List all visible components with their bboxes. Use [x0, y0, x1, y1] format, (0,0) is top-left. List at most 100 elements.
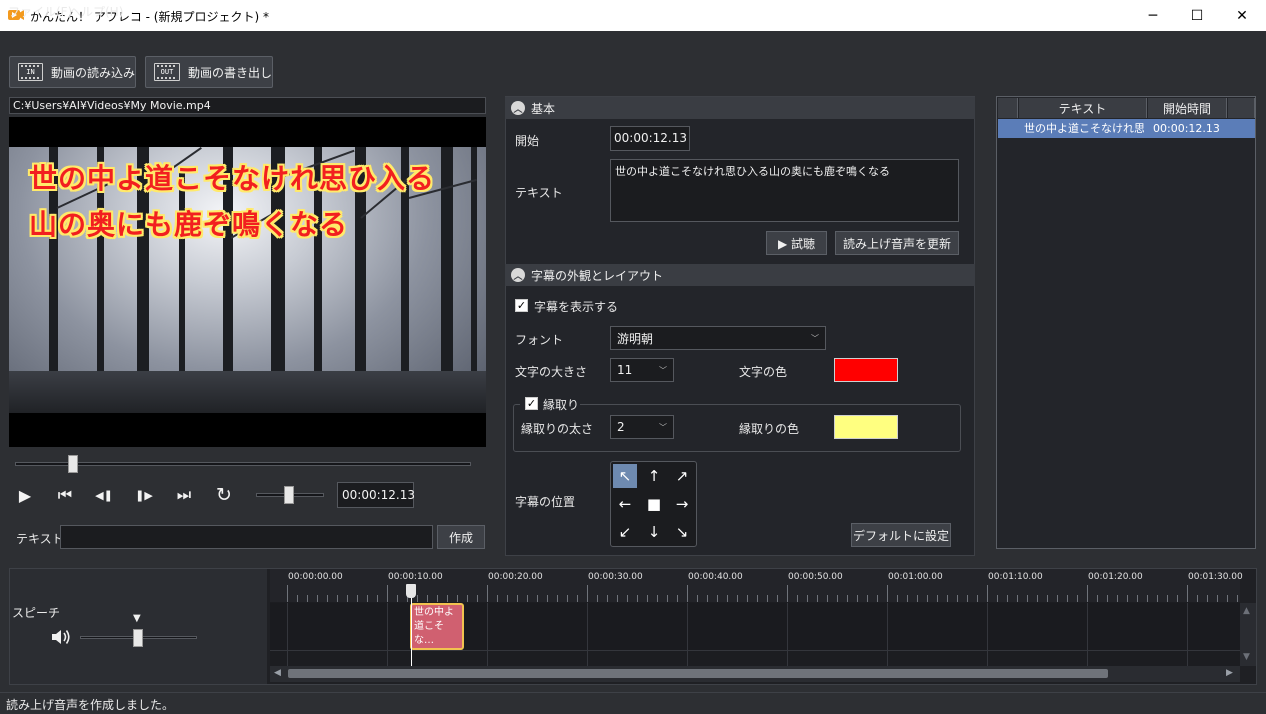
scroll-left-icon[interactable]: ◀ — [274, 668, 281, 678]
track-volume-thumb[interactable] — [133, 629, 143, 647]
seek-bar[interactable] — [15, 462, 471, 466]
export-video-button[interactable]: OUT 動画の書き出し — [145, 56, 273, 88]
timeline-grid-line — [887, 603, 888, 666]
position-center-button[interactable]: ■ — [642, 492, 666, 516]
timeline-minor-tick — [577, 595, 578, 602]
subtitle-text-area[interactable]: 世の中よ道こそなけれ思ひ入る山の奥にも鹿ぞ鳴くなる — [610, 159, 959, 222]
show-subtitles-checkbox[interactable]: ✓ — [515, 299, 528, 312]
timeline-minor-tick — [827, 595, 828, 602]
font-size-label: 文字の大きさ — [515, 365, 588, 379]
menu-file[interactable]: ファイル(F) — [8, 3, 72, 20]
basic-section-header[interactable]: ︿ 基本 — [505, 97, 975, 119]
timeline-minor-tick — [507, 595, 508, 602]
position-top-left-button[interactable]: ↖ — [613, 464, 637, 488]
track-header — [10, 569, 267, 684]
timeline-minor-tick — [757, 595, 758, 602]
current-time-field[interactable]: 00:00:12.13 — [337, 482, 415, 508]
outline-color-swatch[interactable] — [834, 415, 898, 439]
scroll-up-icon[interactable]: ▲ — [1243, 606, 1250, 616]
timeline-minor-tick — [967, 595, 968, 602]
column-header-start[interactable]: 開始時間 — [1148, 98, 1227, 118]
timeline-tick-label: 00:00:40.00 — [688, 572, 743, 582]
maximize-button[interactable]: ☐ — [1174, 0, 1220, 31]
timeline-minor-tick — [297, 595, 298, 602]
chevron-down-icon: ﹀ — [811, 333, 819, 343]
timeline-tick-label: 00:01:30.00 — [1188, 572, 1243, 582]
timeline-minor-tick — [637, 595, 638, 602]
font-size-select[interactable]: 11 ﹀ — [610, 358, 674, 382]
scroll-down-icon[interactable]: ▼ — [1243, 652, 1250, 662]
column-header-text[interactable]: テキスト — [1019, 98, 1147, 118]
timeline-minor-tick — [427, 595, 428, 602]
timeline-minor-tick — [957, 595, 958, 602]
close-button[interactable]: ✕ — [1219, 0, 1265, 31]
go-to-start-button[interactable]: ⏮ — [54, 484, 76, 506]
appearance-section-header[interactable]: ︿ 字幕の外観とレイアウト — [505, 264, 975, 286]
text-label: テキスト — [515, 186, 563, 200]
position-bottom-right-button[interactable]: ↘ — [670, 520, 694, 544]
list-header-spacer — [998, 98, 1018, 118]
timeline-minor-tick — [1117, 595, 1118, 602]
update-voice-button[interactable]: 読み上げ音声を更新 — [835, 231, 959, 255]
horizontal-scroll-thumb[interactable] — [288, 669, 1108, 678]
position-right-button[interactable]: → — [670, 492, 694, 516]
status-message: 読み上げ音声を作成しました。 — [6, 698, 175, 712]
timeline-tick-label: 00:00:10.00 — [388, 572, 443, 582]
timeline-minor-tick — [357, 595, 358, 602]
play-button[interactable]: ▶ — [14, 484, 36, 506]
position-top-right-button[interactable]: ↗ — [670, 464, 694, 488]
timeline-minor-tick — [697, 595, 698, 602]
speech-clip[interactable]: 世の中よ 道こそな… — [410, 603, 464, 650]
timeline-minor-tick — [737, 595, 738, 602]
position-top-button[interactable]: ↑ — [642, 464, 666, 488]
font-select[interactable]: 游明朝 ﹀ — [610, 326, 826, 350]
timeline-minor-tick — [627, 595, 628, 602]
timeline-minor-tick — [337, 595, 338, 602]
timeline-minor-tick — [1147, 595, 1148, 602]
start-time-field[interactable]: 00:00:12.13 — [610, 126, 690, 151]
timeline-minor-tick — [1197, 595, 1198, 602]
import-video-button[interactable]: IN 動画の読み込み — [9, 56, 136, 88]
timeline-minor-tick — [607, 595, 608, 602]
volume-thumb[interactable] — [284, 486, 294, 504]
timeline-tick-label: 00:00:30.00 — [588, 572, 643, 582]
minimize-button[interactable]: ─ — [1130, 0, 1176, 31]
timeline-minor-tick — [1167, 595, 1168, 602]
timeline-grid-line — [1087, 603, 1088, 666]
timeline-minor-tick — [647, 595, 648, 602]
preview-button[interactable]: ▶ 試聴 — [766, 231, 827, 255]
timeline-minor-tick — [897, 595, 898, 602]
timeline-grid-line — [487, 603, 488, 666]
timeline-grid-line — [1187, 603, 1188, 666]
timeline-minor-tick — [1157, 595, 1158, 602]
timeline-minor-tick — [417, 595, 418, 602]
timeline-minor-tick — [1067, 595, 1068, 602]
scroll-right-icon[interactable]: ▶ — [1226, 668, 1233, 678]
minimize-icon: ─ — [1148, 7, 1158, 24]
table-cell-start: 00:00:12.13 — [1153, 122, 1220, 135]
text-color-swatch[interactable] — [834, 358, 898, 382]
position-bottom-left-button[interactable]: ↙ — [613, 520, 637, 544]
position-selector: ↖ ↑ ↗ ← ■ → ↙ ↓ ↘ — [610, 461, 697, 547]
next-frame-button[interactable]: ❚▶ — [133, 484, 155, 506]
outline-width-select[interactable]: 2 ﹀ — [610, 415, 674, 439]
menu-help[interactable]: ヘルプ(H) — [69, 3, 123, 20]
go-to-end-button[interactable]: ⏭ — [173, 484, 195, 506]
position-left-button[interactable]: ← — [613, 492, 637, 516]
set-default-button[interactable]: デフォルトに設定 — [851, 523, 951, 547]
outline-color-label: 縁取りの色 — [739, 422, 800, 436]
create-button[interactable]: 作成 — [437, 525, 485, 549]
previous-frame-button[interactable]: ◀❚ — [93, 484, 115, 506]
file-path-field: C:¥Users¥AI¥Videos¥My Movie.mp4 — [9, 97, 486, 114]
playhead-handle[interactable] — [406, 584, 416, 598]
seek-thumb[interactable] — [68, 455, 78, 473]
font-select-value: 游明朝 — [617, 331, 654, 346]
timeline-major-tick — [287, 585, 288, 602]
timeline-minor-tick — [727, 595, 728, 602]
outline-checkbox[interactable]: ✓ — [525, 397, 538, 410]
position-bottom-button[interactable]: ↓ — [642, 520, 666, 544]
speaker-icon[interactable] — [50, 627, 72, 647]
loop-button[interactable]: ↻ — [213, 484, 235, 506]
timeline-minor-tick — [477, 595, 478, 602]
quick-text-input[interactable] — [60, 525, 433, 549]
